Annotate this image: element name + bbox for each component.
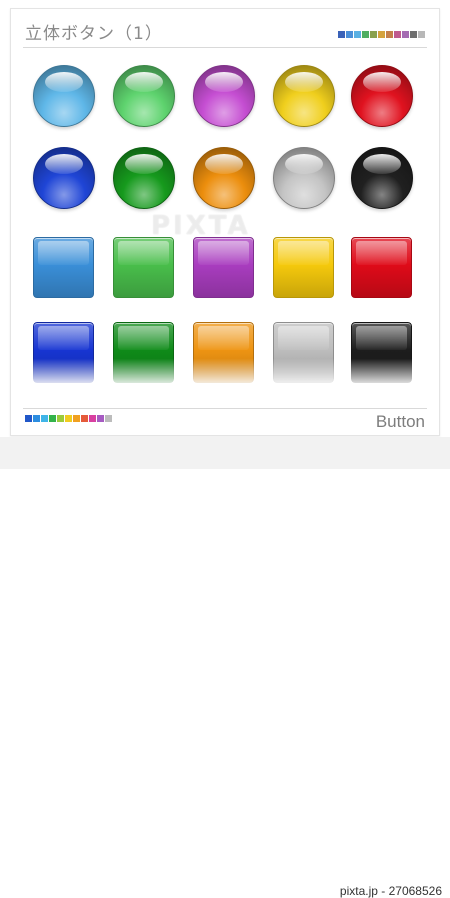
- light-blue-square-button[interactable]: [33, 237, 94, 298]
- footer-swatch: [81, 415, 88, 422]
- color-swatch-bar-bottom: [25, 415, 112, 422]
- blue-sphere-button[interactable]: [33, 147, 95, 209]
- credit-text: pixta.jp - 27068526: [339, 884, 442, 898]
- silver-square-button[interactable]: [273, 322, 334, 383]
- purple-sphere-button[interactable]: [193, 65, 255, 127]
- black-square-button[interactable]: [351, 322, 412, 383]
- light-green-square-button[interactable]: [113, 237, 174, 298]
- red-sphere-button[interactable]: [351, 65, 413, 127]
- footer-swatch: [49, 415, 56, 422]
- footer-swatch: [33, 415, 40, 422]
- watermark: PIXTA: [151, 211, 251, 241]
- light-blue-sphere-button[interactable]: [33, 65, 95, 127]
- yellow-sphere-button[interactable]: [273, 65, 335, 127]
- red-square-button[interactable]: [351, 237, 412, 298]
- purple-square-button[interactable]: [193, 237, 254, 298]
- button-sheet: 立体ボタン（1） PIXTA Button: [10, 8, 440, 436]
- footer-swatch: [65, 415, 72, 422]
- silver-sphere-button[interactable]: [273, 147, 335, 209]
- light-green-sphere-button[interactable]: [113, 65, 175, 127]
- footer-swatch: [41, 415, 48, 422]
- blue-square-button[interactable]: [33, 322, 94, 383]
- yellow-square-button[interactable]: [273, 237, 334, 298]
- footer-swatch: [57, 415, 64, 422]
- footer-swatch: [73, 415, 80, 422]
- green-sphere-button[interactable]: [113, 147, 175, 209]
- credit-bar: pixta.jp - 27068526: [0, 437, 450, 898]
- footer-label: Button: [375, 412, 425, 431]
- orange-sphere-button[interactable]: [193, 147, 255, 209]
- footer-swatch: [105, 415, 112, 422]
- footer-swatch: [89, 415, 96, 422]
- black-sphere-button[interactable]: [351, 147, 413, 209]
- footer-divider: [23, 408, 427, 409]
- green-square-button[interactable]: [113, 322, 174, 383]
- footer-swatch: [25, 415, 32, 422]
- footer-swatch: [97, 415, 104, 422]
- orange-square-button[interactable]: [193, 322, 254, 383]
